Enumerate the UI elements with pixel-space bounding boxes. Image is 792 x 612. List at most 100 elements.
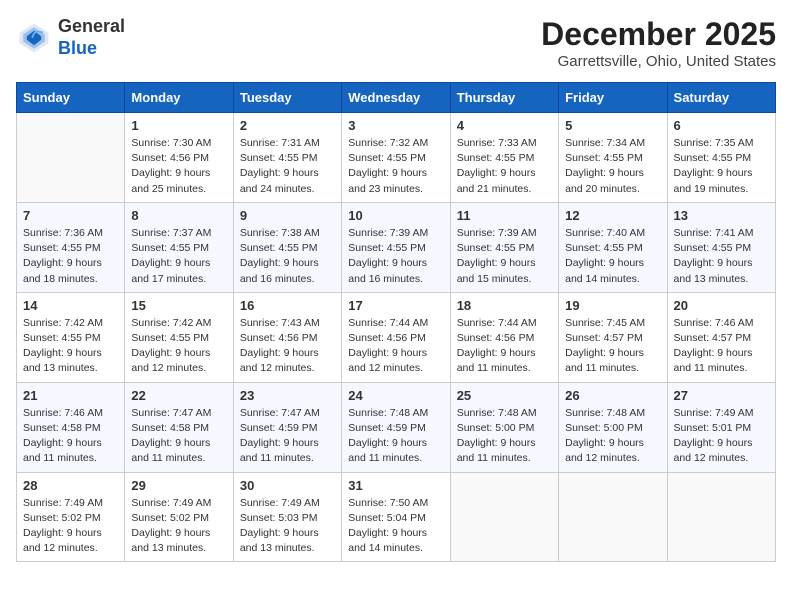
weekday-header: Thursday	[450, 83, 558, 113]
day-info: Sunrise: 7:48 AMSunset: 5:00 PMDaylight:…	[457, 406, 552, 467]
logo-icon	[16, 20, 52, 56]
day-info: Sunrise: 7:44 AMSunset: 4:56 PMDaylight:…	[348, 316, 443, 377]
day-number: 21	[23, 388, 118, 403]
calendar-cell: 30Sunrise: 7:49 AMSunset: 5:03 PMDayligh…	[233, 472, 341, 562]
day-number: 27	[674, 388, 769, 403]
logo-blue: Blue	[58, 38, 97, 58]
day-info: Sunrise: 7:45 AMSunset: 4:57 PMDaylight:…	[565, 316, 660, 377]
weekday-header: Friday	[559, 83, 667, 113]
day-info: Sunrise: 7:42 AMSunset: 4:55 PMDaylight:…	[131, 316, 226, 377]
calendar-cell	[450, 472, 558, 562]
day-info: Sunrise: 7:47 AMSunset: 4:58 PMDaylight:…	[131, 406, 226, 467]
calendar-cell: 21Sunrise: 7:46 AMSunset: 4:58 PMDayligh…	[17, 382, 125, 472]
title-block: December 2025 Garrettsville, Ohio, Unite…	[541, 16, 776, 70]
calendar-cell: 29Sunrise: 7:49 AMSunset: 5:02 PMDayligh…	[125, 472, 233, 562]
day-number: 4	[457, 118, 552, 133]
day-info: Sunrise: 7:50 AMSunset: 5:04 PMDaylight:…	[348, 496, 443, 557]
day-number: 2	[240, 118, 335, 133]
calendar-cell	[667, 472, 775, 562]
calendar-week-row: 21Sunrise: 7:46 AMSunset: 4:58 PMDayligh…	[17, 382, 776, 472]
day-info: Sunrise: 7:47 AMSunset: 4:59 PMDaylight:…	[240, 406, 335, 467]
calendar-week-row: 1Sunrise: 7:30 AMSunset: 4:56 PMDaylight…	[17, 113, 776, 203]
logo: General Blue	[16, 16, 125, 59]
day-number: 7	[23, 208, 118, 223]
calendar-cell: 1Sunrise: 7:30 AMSunset: 4:56 PMDaylight…	[125, 113, 233, 203]
day-info: Sunrise: 7:41 AMSunset: 4:55 PMDaylight:…	[674, 226, 769, 287]
day-info: Sunrise: 7:48 AMSunset: 4:59 PMDaylight:…	[348, 406, 443, 467]
calendar-week-row: 14Sunrise: 7:42 AMSunset: 4:55 PMDayligh…	[17, 292, 776, 382]
day-info: Sunrise: 7:39 AMSunset: 4:55 PMDaylight:…	[457, 226, 552, 287]
calendar-cell: 19Sunrise: 7:45 AMSunset: 4:57 PMDayligh…	[559, 292, 667, 382]
logo-general: General	[58, 16, 125, 36]
day-info: Sunrise: 7:48 AMSunset: 5:00 PMDaylight:…	[565, 406, 660, 467]
day-number: 23	[240, 388, 335, 403]
day-number: 6	[674, 118, 769, 133]
calendar-header-row: SundayMondayTuesdayWednesdayThursdayFrid…	[17, 83, 776, 113]
day-info: Sunrise: 7:36 AMSunset: 4:55 PMDaylight:…	[23, 226, 118, 287]
day-number: 29	[131, 478, 226, 493]
day-info: Sunrise: 7:40 AMSunset: 4:55 PMDaylight:…	[565, 226, 660, 287]
weekday-header: Sunday	[17, 83, 125, 113]
day-number: 10	[348, 208, 443, 223]
day-info: Sunrise: 7:37 AMSunset: 4:55 PMDaylight:…	[131, 226, 226, 287]
calendar-cell: 16 Sunrise: 7:43 AMSunset: 4:56 PMDayligh…	[233, 292, 341, 382]
calendar-cell: 23 Sunrise: 7:47 AMSunset: 4:59 PMDayligh…	[233, 382, 341, 472]
calendar-cell: 22 Sunrise: 7:47 AMSunset: 4:58 PMDayligh…	[125, 382, 233, 472]
day-number: 16	[240, 298, 335, 313]
logo-text: General Blue	[58, 16, 125, 59]
day-number: 26	[565, 388, 660, 403]
calendar-cell: 5Sunrise: 7:34 AMSunset: 4:55 PMDaylight…	[559, 113, 667, 203]
day-info: Sunrise: 7:42 AMSunset: 4:55 PMDaylight:…	[23, 316, 118, 377]
calendar-cell: 20 Sunrise: 7:46 AMSunset: 4:57 PMDayligh…	[667, 292, 775, 382]
day-number: 9	[240, 208, 335, 223]
calendar-cell: 27 Sunrise: 7:49 AMSunset: 5:01 PMDayligh…	[667, 382, 775, 472]
calendar-cell: 14Sunrise: 7:42 AMSunset: 4:55 PMDayligh…	[17, 292, 125, 382]
day-info: Sunrise: 7:35 AMSunset: 4:55 PMDaylight:…	[674, 136, 769, 197]
calendar-cell: 15 Sunrise: 7:42 AMSunset: 4:55 PMDayligh…	[125, 292, 233, 382]
calendar-cell: 12Sunrise: 7:40 AMSunset: 4:55 PMDayligh…	[559, 202, 667, 292]
month-year-title: December 2025	[541, 16, 776, 53]
calendar-cell: 10 Sunrise: 7:39 AMSunset: 4:55 PMDayligh…	[342, 202, 450, 292]
weekday-header: Monday	[125, 83, 233, 113]
day-number: 17	[348, 298, 443, 313]
calendar-cell: 26 Sunrise: 7:48 AMSunset: 5:00 PMDayligh…	[559, 382, 667, 472]
day-info: Sunrise: 7:43 AMSunset: 4:56 PMDaylight:…	[240, 316, 335, 377]
day-number: 3	[348, 118, 443, 133]
day-number: 18	[457, 298, 552, 313]
calendar-cell: 24 Sunrise: 7:48 AMSunset: 4:59 PMDayligh…	[342, 382, 450, 472]
calendar-cell: 7 Sunrise: 7:36 AMSunset: 4:55 PMDaylight…	[17, 202, 125, 292]
calendar-cell	[17, 113, 125, 203]
day-number: 13	[674, 208, 769, 223]
calendar-week-row: 7 Sunrise: 7:36 AMSunset: 4:55 PMDaylight…	[17, 202, 776, 292]
day-info: Sunrise: 7:33 AMSunset: 4:55 PMDaylight:…	[457, 136, 552, 197]
day-info: Sunrise: 7:49 AMSunset: 5:03 PMDaylight:…	[240, 496, 335, 557]
calendar-cell: 17 Sunrise: 7:44 AMSunset: 4:56 PMDayligh…	[342, 292, 450, 382]
weekday-header: Saturday	[667, 83, 775, 113]
calendar-cell: 6 Sunrise: 7:35 AMSunset: 4:55 PMDaylight…	[667, 113, 775, 203]
calendar-cell: 11Sunrise: 7:39 AMSunset: 4:55 PMDayligh…	[450, 202, 558, 292]
calendar-cell: 31Sunrise: 7:50 AMSunset: 5:04 PMDayligh…	[342, 472, 450, 562]
day-info: Sunrise: 7:39 AMSunset: 4:55 PMDaylight:…	[348, 226, 443, 287]
day-info: Sunrise: 7:32 AMSunset: 4:55 PMDaylight:…	[348, 136, 443, 197]
day-number: 15	[131, 298, 226, 313]
calendar-cell: 18 Sunrise: 7:44 AMSunset: 4:56 PMDayligh…	[450, 292, 558, 382]
weekday-header: Wednesday	[342, 83, 450, 113]
day-number: 24	[348, 388, 443, 403]
day-number: 28	[23, 478, 118, 493]
day-info: Sunrise: 7:31 AMSunset: 4:55 PMDaylight:…	[240, 136, 335, 197]
page-header: General Blue December 2025 Garrettsville…	[16, 16, 776, 70]
day-number: 20	[674, 298, 769, 313]
day-number: 8	[131, 208, 226, 223]
day-info: Sunrise: 7:30 AMSunset: 4:56 PMDaylight:…	[131, 136, 226, 197]
calendar-table: SundayMondayTuesdayWednesdayThursdayFrid…	[16, 82, 776, 562]
day-info: Sunrise: 7:49 AMSunset: 5:02 PMDaylight:…	[23, 496, 118, 557]
day-info: Sunrise: 7:38 AMSunset: 4:55 PMDaylight:…	[240, 226, 335, 287]
day-number: 22	[131, 388, 226, 403]
calendar-cell: 25Sunrise: 7:48 AMSunset: 5:00 PMDayligh…	[450, 382, 558, 472]
day-info: Sunrise: 7:49 AMSunset: 5:01 PMDaylight:…	[674, 406, 769, 467]
calendar-cell: 8 Sunrise: 7:37 AMSunset: 4:55 PMDaylight…	[125, 202, 233, 292]
weekday-header: Tuesday	[233, 83, 341, 113]
day-info: Sunrise: 7:46 AMSunset: 4:57 PMDaylight:…	[674, 316, 769, 377]
location-subtitle: Garrettsville, Ohio, United States	[541, 53, 776, 70]
day-info: Sunrise: 7:44 AMSunset: 4:56 PMDaylight:…	[457, 316, 552, 377]
